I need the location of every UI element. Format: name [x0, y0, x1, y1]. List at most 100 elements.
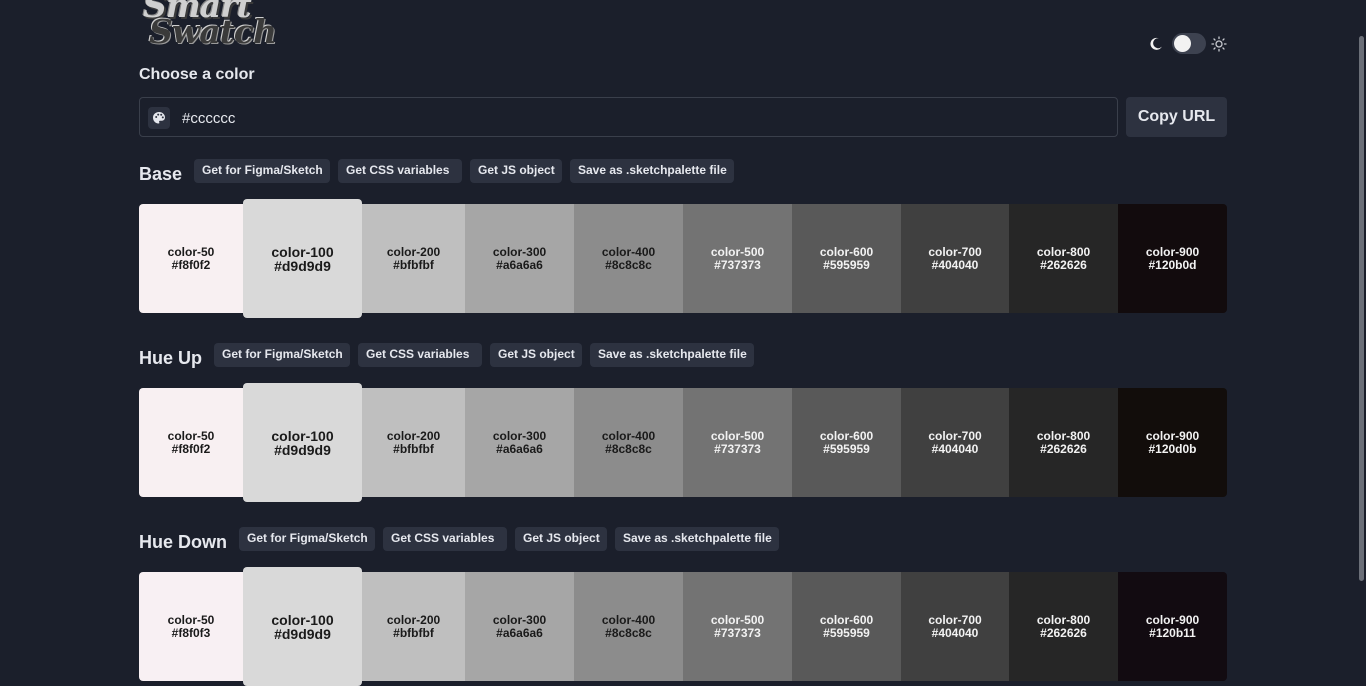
app-logo[interactable]: Smart Swatch: [139, 0, 289, 48]
swatch-row: color-50 #f8f0f2 color-100 #d9d9d9 color-200…: [139, 199, 1227, 318]
swatch-name: color-200: [386, 244, 441, 259]
swatch-color-200[interactable]: color-200 #bfbfbf: [362, 572, 465, 681]
swatch-color-500[interactable]: color-500 #737373: [683, 204, 792, 313]
swatch-name: color-300: [492, 428, 547, 443]
swatch-hex: #404040: [931, 257, 979, 272]
swatch-color-300[interactable]: color-300 #a6a6a6: [465, 204, 574, 313]
swatch-color-100[interactable]: color-100 #d9d9d9: [243, 383, 362, 502]
swatch-color-400[interactable]: color-400 #8c8c8c: [574, 388, 683, 497]
swatch-hex: #262626: [1040, 625, 1087, 640]
swatch-color-200[interactable]: color-200 #bfbfbf: [362, 204, 465, 313]
swatch-name: color-200: [386, 428, 441, 443]
swatch-hex: #8c8c8c: [605, 441, 652, 456]
swatch-hex: #bfbfbf: [393, 625, 434, 640]
swatch-color-700[interactable]: color-700 #404040: [901, 388, 1009, 497]
swatch-name: color-400: [601, 612, 656, 627]
swatch-hex: #bfbfbf: [393, 441, 434, 456]
theme-switch-knob[interactable]: [1174, 35, 1191, 52]
swatch-color-900[interactable]: color-900 #120d0b: [1118, 388, 1227, 497]
sketchpalette-button[interactable]: Save as .sketchpalette file: [590, 343, 754, 367]
palette-title: Hue Down: [139, 532, 227, 552]
swatch-color-900[interactable]: color-900 #120b11: [1118, 572, 1227, 681]
swatch-name: color-100: [271, 427, 334, 444]
swatch-hex: #8c8c8c: [605, 257, 652, 272]
swatch-hex: #f8f0f3: [171, 625, 211, 640]
figma-sketch-button[interactable]: Get for Figma/Sketch: [214, 343, 350, 367]
swatch-color-600[interactable]: color-600 #595959: [792, 204, 901, 313]
swatch-color-50[interactable]: color-50 #f8f0f2: [139, 388, 243, 497]
scrollbar[interactable]: [1356, 0, 1366, 683]
swatch-color-800[interactable]: color-800 #262626: [1009, 204, 1118, 313]
palette-title: Hue Up: [139, 348, 202, 368]
swatch-name: color-400: [601, 244, 656, 259]
palette-title: Base: [139, 164, 183, 184]
swatch-hex: #a6a6a6: [496, 625, 543, 640]
swatch-color-500[interactable]: color-500 #737373: [683, 572, 792, 681]
swatch-hex: #595959: [823, 441, 870, 456]
css-variables-button[interactable]: Get CSS variables: [338, 159, 462, 183]
swatch-name: color-500: [710, 428, 765, 443]
swatch-name: color-600: [819, 244, 874, 259]
js-object-button[interactable]: Get JS object: [490, 343, 582, 367]
swatch-row: color-50 #f8f0f3 color-100 #d9d9d9 color-200…: [139, 567, 1227, 686]
theme-switch[interactable]: [1172, 33, 1206, 54]
swatch-hex: #262626: [1040, 441, 1087, 456]
swatch-name: color-100: [271, 243, 334, 260]
swatch-color-400[interactable]: color-400 #8c8c8c: [574, 204, 683, 313]
swatch-color-900[interactable]: color-900 #120b0d: [1118, 204, 1227, 313]
copy-url-button[interactable]: Copy URL: [1126, 97, 1227, 137]
swatch-color-100[interactable]: color-100 #d9d9d9: [243, 567, 362, 686]
js-object-button[interactable]: Get JS object: [515, 527, 607, 551]
swatch-color-600[interactable]: color-600 #595959: [792, 572, 901, 681]
sketchpalette-button[interactable]: Save as .sketchpalette file: [615, 527, 779, 551]
swatch-color-50[interactable]: color-50 #f8f0f3: [139, 572, 243, 681]
css-variables-button[interactable]: Get CSS variables: [358, 343, 482, 367]
swatch-name: color-200: [386, 612, 441, 627]
swatch-color-300[interactable]: color-300 #a6a6a6: [465, 388, 574, 497]
swatch-color-50[interactable]: color-50 #f8f0f2: [139, 204, 243, 313]
swatch-hex: #a6a6a6: [496, 257, 543, 272]
swatch-color-400[interactable]: color-400 #8c8c8c: [574, 572, 683, 681]
sketchpalette-button[interactable]: Save as .sketchpalette file: [570, 159, 734, 183]
swatch-name: color-800: [1036, 612, 1091, 627]
figma-sketch-button[interactable]: Get for Figma/Sketch: [239, 527, 375, 551]
swatch-hex: #d9d9d9: [274, 625, 331, 642]
palette-icon[interactable]: [148, 107, 170, 129]
swatch-name: color-300: [492, 244, 547, 259]
js-object-button[interactable]: Get JS object: [470, 159, 562, 183]
swatch-color-100[interactable]: color-100 #d9d9d9: [243, 199, 362, 318]
css-variables-button[interactable]: Get CSS variables: [383, 527, 507, 551]
scrollbar-thumb[interactable]: [1359, 36, 1364, 581]
swatch-name: color-700: [928, 244, 982, 259]
color-input-wrapper: [139, 97, 1118, 138]
swatch-hex: #595959: [823, 625, 870, 640]
swatch-hex: #737373: [714, 625, 761, 640]
swatch-name: color-700: [928, 612, 982, 627]
swatch-hex: #f8f0f2: [171, 257, 211, 272]
swatch-color-700[interactable]: color-700 #404040: [901, 204, 1009, 313]
swatch-name: color-50: [167, 244, 215, 259]
swatch-color-600[interactable]: color-600 #595959: [792, 388, 901, 497]
swatch-name: color-600: [819, 612, 874, 627]
color-input[interactable]: [180, 98, 1104, 138]
swatch-color-300[interactable]: color-300 #a6a6a6: [465, 572, 574, 681]
swatch-hex: #120d0b: [1148, 441, 1197, 456]
swatch-row: color-50 #f8f0f2 color-100 #d9d9d9 color-200…: [139, 383, 1227, 502]
swatch-hex: #120b0d: [1148, 257, 1197, 272]
swatch-color-800[interactable]: color-800 #262626: [1009, 572, 1118, 681]
swatch-hex: #120b11: [1149, 625, 1196, 640]
figma-sketch-button[interactable]: Get for Figma/Sketch: [194, 159, 330, 183]
theme-toggle[interactable]: [1148, 33, 1228, 55]
swatch-color-200[interactable]: color-200 #bfbfbf: [362, 388, 465, 497]
swatch-name: color-700: [928, 428, 982, 443]
swatch-hex: #f8f0f2: [171, 441, 211, 456]
swatch-name: color-900: [1145, 428, 1200, 443]
swatch-hex: #d9d9d9: [274, 257, 331, 274]
swatch-color-500[interactable]: color-500 #737373: [683, 388, 792, 497]
swatch-name: color-900: [1145, 612, 1200, 627]
swatch-hex: #d9d9d9: [274, 441, 331, 458]
swatch-color-700[interactable]: color-700 #404040: [901, 572, 1009, 681]
swatch-color-800[interactable]: color-800 #262626: [1009, 388, 1118, 497]
swatch-name: color-600: [819, 428, 874, 443]
swatch-hex: #404040: [931, 625, 979, 640]
